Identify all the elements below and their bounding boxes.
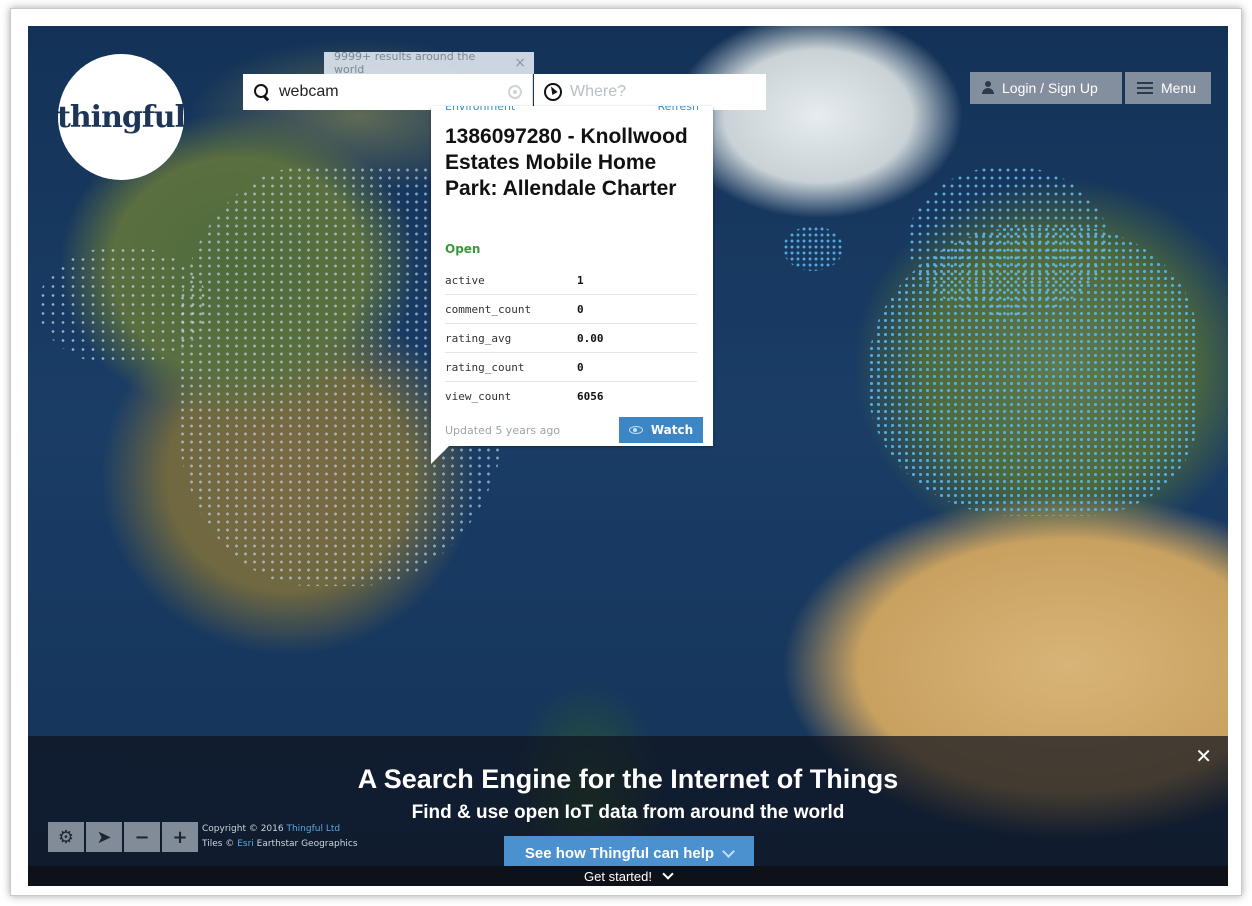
promo-banner: ✕ A Search Engine for the Internet of Th…	[28, 736, 1228, 886]
search-input[interactable]: webcam	[243, 74, 533, 110]
banner-subtitle: Find & use open IoT data from around the…	[411, 802, 845, 823]
map-dots-scandinavia	[908, 166, 1108, 316]
status-badge: Open	[445, 242, 481, 256]
property-key: comment_count	[445, 302, 532, 316]
locate-button[interactable]: ➤	[86, 822, 122, 852]
gear-icon: ⚙	[57, 826, 75, 848]
chevron-down-icon	[722, 844, 735, 858]
menu-button[interactable]: Menu	[1125, 72, 1211, 104]
card-category: Environment	[445, 106, 516, 113]
see-how-label: See how Thingful can help	[524, 844, 715, 862]
location-arrow-icon: ➤	[96, 826, 112, 848]
property-value: 1	[577, 273, 584, 287]
property-value: 6056	[577, 390, 604, 403]
plus-icon: +	[172, 826, 188, 848]
table-row: rating_avg 0.00	[445, 324, 697, 353]
results-count-pill: 9999+ results around the world ×	[324, 50, 534, 76]
map-dots-iceland	[783, 226, 843, 271]
property-key: rating_avg	[445, 331, 512, 345]
banner-title: A Search Engine for the Internet of Thin…	[357, 764, 899, 794]
location-placeholder: Where?	[570, 83, 627, 100]
login-signup-button[interactable]: Login / Sign Up	[970, 72, 1122, 104]
zoom-out-button[interactable]: −	[124, 822, 160, 852]
card-title: 1386097280 - Knollwood Estates Mobile Ho…	[445, 125, 688, 200]
map-dots-alaska	[38, 246, 208, 366]
updated-timestamp: Updated 5 years ago	[445, 424, 561, 437]
results-count-text: 9999+ results around the world	[334, 50, 476, 76]
eye-icon	[628, 426, 643, 434]
location-input[interactable]: Where?	[534, 74, 766, 110]
copyright-prefix: Copyright © 2016	[202, 824, 284, 834]
get-started-label: Get started!	[584, 868, 652, 884]
property-value: 0	[577, 302, 584, 316]
screenshot-frame: thingful 9999+ results around the world …	[10, 8, 1242, 896]
card-properties-table: active 1 comment_count 0 rating_avg 0.00…	[445, 266, 697, 411]
search-query-text: webcam	[279, 83, 339, 100]
search-icon	[253, 83, 271, 101]
watch-button[interactable]: Watch	[619, 417, 703, 443]
watch-label: Watch	[650, 423, 694, 437]
copyright-line: Copyright © 2016 Thingful Ltd	[202, 822, 358, 837]
map-attribution: Copyright © 2016 Thingful Ltd Tiles © Es…	[202, 822, 358, 852]
map-controls: ⚙ ➤ − +	[48, 822, 198, 852]
settings-button[interactable]: ⚙	[48, 822, 84, 852]
table-row: view_count 6056	[445, 382, 697, 411]
logo-text: thingful	[57, 99, 186, 135]
login-label: Login / Sign Up	[1002, 80, 1098, 96]
get-started-bar[interactable]: Get started!	[28, 866, 1228, 886]
thingful-logo[interactable]: thingful	[57, 54, 186, 180]
property-value: 0.00	[577, 331, 604, 345]
map-viewport[interactable]: thingful 9999+ results around the world …	[28, 26, 1228, 886]
chevron-down-icon	[662, 868, 674, 880]
compass-icon	[544, 83, 562, 101]
property-key: active	[445, 273, 485, 287]
menu-label: Menu	[1161, 80, 1197, 96]
property-value: 0	[577, 360, 584, 374]
hamburger-icon	[1137, 82, 1153, 94]
user-icon	[982, 81, 994, 95]
close-icon[interactable]: ×	[514, 55, 526, 71]
zoom-in-button[interactable]: +	[162, 822, 198, 852]
esri-link[interactable]: Esri	[237, 839, 254, 849]
clear-search-icon[interactable]	[508, 85, 522, 99]
map-dots-europe	[868, 226, 1198, 516]
table-row: rating_count 0	[445, 353, 697, 382]
property-key: rating_count	[445, 360, 525, 374]
tiles-suffix: Earthstar Geographics	[256, 839, 358, 849]
thing-popup-card: Environment Refresh 1386097280 - Knollwo…	[431, 106, 713, 464]
table-row: active 1	[445, 266, 697, 295]
thingful-link[interactable]: Thingful Ltd	[286, 824, 340, 834]
minus-icon: −	[134, 826, 150, 848]
property-key: view_count	[445, 390, 512, 403]
tiles-prefix: Tiles ©	[202, 839, 235, 849]
card-header-strip: Environment Refresh	[445, 106, 699, 116]
see-how-button[interactable]: See how Thingful can help	[504, 836, 754, 870]
tiles-line: Tiles © Esri Earthstar Geographics	[202, 837, 358, 852]
table-row: comment_count 0	[445, 295, 697, 324]
card-refresh-link[interactable]: Refresh	[657, 106, 699, 116]
